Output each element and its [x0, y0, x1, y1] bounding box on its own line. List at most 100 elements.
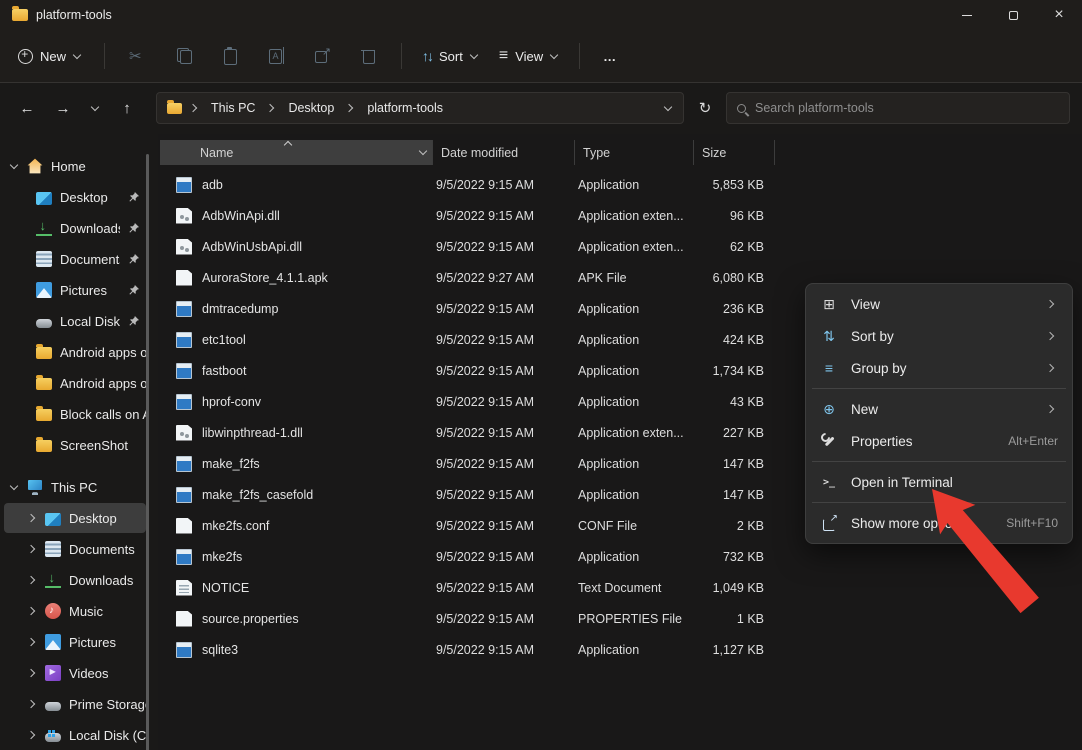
menu-item-group-by[interactable]: Group by	[811, 352, 1067, 384]
back-button[interactable]: ←	[12, 93, 42, 123]
share-icon[interactable]	[299, 38, 345, 74]
breadcrumb-item[interactable]: Desktop	[284, 99, 338, 117]
expand-chevron-icon[interactable]	[10, 483, 19, 492]
sidebar-item-label: Documents	[69, 542, 146, 557]
submenu-arrow-icon	[1047, 364, 1056, 373]
folder-icon	[36, 347, 52, 359]
menu-item-new[interactable]: New	[811, 393, 1067, 425]
context-menu: View Sort by Group by	[805, 283, 1073, 544]
sidebar-item[interactable]: Desktop	[4, 182, 146, 212]
sidebar-item[interactable]: Desktop	[4, 503, 146, 533]
folder-icon	[36, 409, 52, 421]
expand-chevron-icon[interactable]	[28, 607, 37, 616]
sort-button-label: Sort	[439, 49, 463, 64]
menu-divider[interactable]	[812, 461, 1066, 462]
up-arrow-icon: ↑	[123, 100, 131, 117]
terminal-icon	[820, 473, 838, 491]
copy-icon[interactable]	[161, 38, 207, 74]
sidebar-item[interactable]: Block calls on A	[4, 399, 146, 429]
sidebar-item[interactable]: Pictures	[4, 627, 146, 657]
sidebar-item[interactable]: Android apps o	[4, 337, 146, 367]
refresh-button[interactable]: ↻	[690, 93, 720, 123]
breadcrumb-item[interactable]: This PC	[207, 99, 259, 117]
new-button[interactable]: New	[10, 38, 94, 74]
submenu-arrow-icon	[1047, 405, 1056, 414]
expand-chevron-icon[interactable]	[28, 731, 37, 740]
file-size: 6,080 KB	[690, 271, 764, 285]
up-button[interactable]: ↑	[112, 93, 142, 123]
column-header-type[interactable]: Type	[574, 140, 693, 165]
file-name: etc1tool	[202, 333, 246, 347]
file-size: 2 KB	[690, 519, 764, 533]
file-name: fastboot	[202, 364, 246, 378]
documents-icon	[36, 251, 52, 267]
column-header-name-label: Name	[200, 146, 233, 160]
back-arrow-icon: ←	[20, 100, 35, 117]
sidebar-item[interactable]: Music	[4, 596, 146, 626]
menu-item-properties[interactable]: Properties Alt+Enter	[811, 425, 1067, 457]
address-bar[interactable]: This PC Desktop platform-tools	[156, 92, 684, 124]
sidebar-item-label: Desktop	[60, 190, 120, 205]
sidebar-item[interactable]: Pictures	[4, 275, 146, 305]
sidebar-scrollbar[interactable]	[146, 154, 149, 750]
rename-icon[interactable]	[253, 38, 299, 74]
menu-item-sort-by[interactable]: Sort by	[811, 320, 1067, 352]
sidebar-item[interactable]: Documents	[4, 534, 146, 564]
column-header-date-modified[interactable]: Date modified	[432, 140, 574, 165]
address-dropdown-button[interactable]	[664, 104, 673, 113]
file-row[interactable]: mke2fs 9/5/2022 9:15 AM Application 732 …	[158, 541, 1082, 572]
expand-chevron-icon[interactable]	[28, 576, 37, 585]
see-more-button[interactable]: …	[590, 38, 630, 74]
file-date-modified: 9/5/2022 9:15 AM	[430, 550, 572, 564]
expand-chevron-icon[interactable]	[28, 545, 37, 554]
column-filter-chevron-icon[interactable]	[419, 148, 428, 157]
sidebar-item[interactable]: Documents	[4, 244, 146, 274]
sidebar-item[interactable]: This PC	[4, 472, 146, 502]
expand-chevron-icon[interactable]	[28, 638, 37, 647]
sidebar-item[interactable]: Local Disk (C	[4, 306, 146, 336]
menu-divider[interactable]	[812, 502, 1066, 503]
sidebar-item[interactable]: Downloads	[4, 213, 146, 243]
menu-item-open-in-terminal[interactable]: Open in Terminal	[811, 466, 1067, 498]
file-type: APK File	[572, 271, 690, 285]
file-row[interactable]: source.properties 9/5/2022 9:15 AM PROPE…	[158, 603, 1082, 634]
menu-divider[interactable]	[812, 388, 1066, 389]
view-button[interactable]: ≡ View	[489, 38, 569, 74]
search-input[interactable]	[755, 101, 1059, 115]
sidebar-item-label: Block calls on A	[60, 407, 146, 422]
file-row[interactable]: NOTICE 9/5/2022 9:15 AM Text Document 1,…	[158, 572, 1082, 603]
expand-chevron-icon[interactable]	[10, 162, 19, 171]
sort-button[interactable]: ↑↓ Sort	[412, 38, 489, 74]
sidebar-item[interactable]: Videos	[4, 658, 146, 688]
chevron-down-icon	[550, 52, 559, 61]
forward-button[interactable]: →	[48, 93, 78, 123]
pictures-icon	[45, 634, 61, 650]
column-header-name[interactable]: Name	[160, 140, 432, 165]
sidebar-item[interactable]: Home	[4, 151, 146, 181]
pin-icon	[128, 315, 146, 327]
sidebar-item[interactable]: Android apps o	[4, 368, 146, 398]
sidebar-item[interactable]: Local Disk (C:)	[4, 720, 146, 750]
maximize-button[interactable]	[990, 0, 1036, 30]
file-row[interactable]: AdbWinUsbApi.dll 9/5/2022 9:15 AM Applic…	[158, 231, 1082, 262]
pictures-icon	[36, 282, 52, 298]
paste-icon[interactable]	[207, 38, 253, 74]
file-row[interactable]: sqlite3 9/5/2022 9:15 AM Application 1,1…	[158, 634, 1082, 665]
expand-chevron-icon[interactable]	[28, 669, 37, 678]
expand-chevron-icon[interactable]	[28, 514, 37, 523]
close-button[interactable]	[1036, 0, 1082, 30]
menu-item-show-more-options[interactable]: Show more options Shift+F10	[811, 507, 1067, 539]
column-header-size[interactable]: Size	[693, 140, 774, 165]
cut-icon[interactable]	[115, 38, 161, 74]
breadcrumb-item[interactable]: platform-tools	[363, 99, 447, 117]
sidebar-item[interactable]: Prime Storage (	[4, 689, 146, 719]
sidebar-item[interactable]: ScreenShot	[4, 430, 146, 460]
minimize-button[interactable]	[944, 0, 990, 30]
sidebar-item[interactable]: Downloads	[4, 565, 146, 595]
delete-icon[interactable]	[345, 38, 391, 74]
recent-locations-button[interactable]	[84, 93, 106, 123]
file-row[interactable]: AdbWinApi.dll 9/5/2022 9:15 AM Applicati…	[158, 200, 1082, 231]
expand-chevron-icon[interactable]	[28, 700, 37, 709]
file-row[interactable]: adb 9/5/2022 9:15 AM Application 5,853 K…	[158, 169, 1082, 200]
menu-item-view[interactable]: View	[811, 288, 1067, 320]
